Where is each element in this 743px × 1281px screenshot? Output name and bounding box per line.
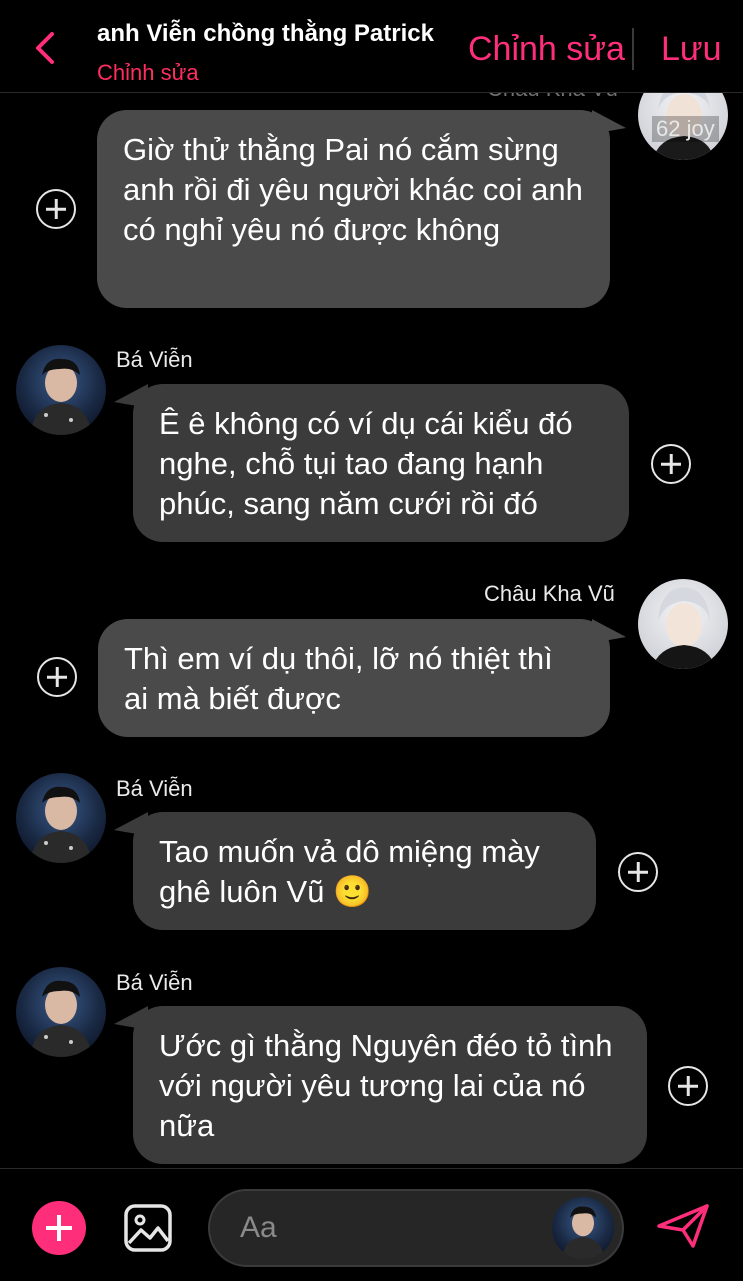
chat-subtitle[interactable]: Chỉnh sửa xyxy=(97,60,199,86)
message-text: Ước gì thằng Nguyên đéo tỏ tình với ngườ… xyxy=(159,1028,613,1143)
edit-button[interactable]: Chỉnh sửa xyxy=(468,30,625,69)
header-divider xyxy=(632,28,634,70)
chat-title: anh Viễn chồng thằng Patrick xyxy=(97,20,434,47)
react-add-icon[interactable] xyxy=(36,189,76,229)
message-bubble-3[interactable]: Thì em ví dụ thôi, lỡ nó thiệt thì ai mà… xyxy=(98,619,610,737)
sender-name: Bá Viễn xyxy=(116,970,193,995)
chat-header: anh Viễn chồng thằng Patrick Chỉnh sửa C… xyxy=(0,0,743,93)
sender-name: Bá Viễn xyxy=(116,776,193,801)
avatar-ba-vien[interactable] xyxy=(16,967,106,1057)
message-bubble-1[interactable]: Giờ thử thằng Pai nó cắm sừng anh rồi đi… xyxy=(97,110,610,308)
message-bubble-2[interactable]: Ê ê không có ví dụ cái kiểu đó nghe, chỗ… xyxy=(133,384,629,542)
react-add-icon[interactable] xyxy=(37,657,77,697)
message-text: Ê ê không có ví dụ cái kiểu đó nghe, chỗ… xyxy=(159,406,573,521)
avatar-image xyxy=(16,967,106,1057)
sender-name: Châu Kha Vũ xyxy=(484,581,615,606)
react-add-icon[interactable] xyxy=(651,444,691,484)
send-icon[interactable] xyxy=(655,1202,711,1250)
avatar-ba-vien[interactable] xyxy=(16,345,106,435)
save-button[interactable]: Lưu xyxy=(661,30,722,69)
input-placeholder: Aa xyxy=(240,1211,277,1244)
message-text: Giờ thử thằng Pai nó cắm sừng anh rồi đi… xyxy=(123,132,583,247)
bubble-tail xyxy=(592,619,626,643)
back-chevron-icon[interactable] xyxy=(30,28,60,68)
avatar-ba-vien[interactable] xyxy=(16,773,106,863)
avatar-image xyxy=(16,345,106,435)
avatar-image xyxy=(16,773,106,863)
message-input[interactable]: Aa xyxy=(208,1189,624,1267)
message-bubble-5[interactable]: Ước gì thằng Nguyên đéo tỏ tình với ngườ… xyxy=(133,1006,647,1164)
message-bubble-4[interactable]: Tao muốn vả dô miệng mày ghê luôn Vũ 🙂 xyxy=(133,812,596,930)
avatar-image xyxy=(552,1197,614,1259)
image-gallery-icon[interactable] xyxy=(123,1203,173,1253)
react-add-icon[interactable] xyxy=(618,852,658,892)
message-text: Tao muốn vả dô miệng mày ghê luôn Vũ 🙂 xyxy=(159,834,540,909)
bubble-tail xyxy=(592,110,626,134)
message-text: Thì em ví dụ thôi, lỡ nó thiệt thì ai mà… xyxy=(124,641,553,716)
avatar-chau-kha-vu[interactable] xyxy=(638,579,728,669)
sender-name: Bá Viễn xyxy=(116,347,193,372)
composer-bar: Aa xyxy=(0,1168,743,1281)
input-avatar[interactable] xyxy=(552,1197,614,1259)
react-add-icon[interactable] xyxy=(668,1066,708,1106)
join-badge: 62 joy xyxy=(652,116,719,142)
add-plus-button[interactable] xyxy=(32,1201,86,1255)
avatar-image xyxy=(638,579,728,669)
